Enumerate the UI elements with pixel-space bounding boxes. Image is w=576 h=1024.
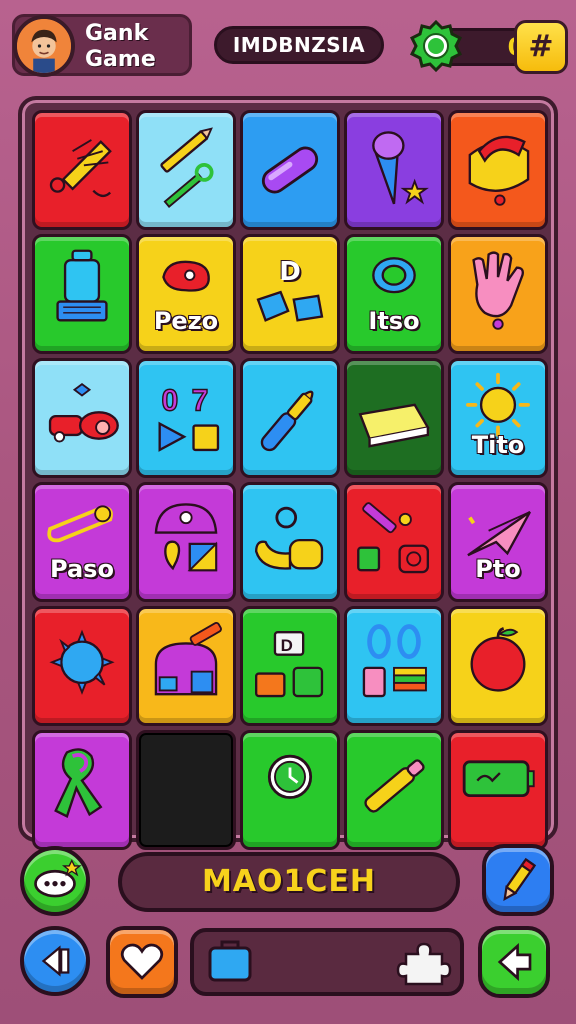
tile[interactable]: [448, 110, 548, 230]
tile[interactable]: [344, 482, 444, 602]
red-apple-icon: [470, 627, 526, 692]
pencil-hint-icon: [503, 857, 537, 901]
favorite-button[interactable]: [106, 926, 178, 998]
scissors-erasers-icon: [362, 624, 427, 698]
share-button[interactable]: [478, 926, 550, 998]
tile[interactable]: [448, 234, 548, 354]
tile[interactable]: Paso: [32, 482, 132, 602]
tile-label: Paso: [50, 555, 114, 583]
purple-capsule-icon: [261, 146, 319, 194]
tile[interactable]: Pezo: [136, 234, 236, 354]
player-profile[interactable]: Gank Game: [12, 14, 192, 77]
chat-button[interactable]: [20, 846, 90, 916]
tile[interactable]: [344, 358, 444, 478]
tile[interactable]: [448, 730, 548, 850]
yellow-book-icon: [358, 403, 430, 448]
svg-text:D: D: [281, 636, 293, 655]
ribbon-icon: [54, 748, 103, 818]
tile[interactable]: [32, 234, 132, 354]
tile-label: Itso: [368, 307, 420, 335]
tile[interactable]: [136, 606, 236, 726]
tile[interactable]: [136, 730, 236, 850]
current-word-display: MAO1CEH: [118, 852, 460, 912]
chat-bubble-icon: [34, 859, 82, 898]
clock-icon: [267, 754, 313, 799]
tile[interactable]: [240, 110, 340, 230]
item-tray: [190, 928, 464, 996]
coin-counter: 0 #: [408, 18, 568, 74]
helmet-balloon-icon: [154, 503, 218, 572]
pencil-case-icon: [154, 621, 222, 696]
top-bar: Gank Game IMDBNZSIA 0 #: [12, 10, 568, 80]
tile[interactable]: Pto: [448, 482, 548, 602]
tile[interactable]: [240, 358, 340, 478]
green-battery-icon: [462, 760, 535, 798]
pencil-and-key-icon: [160, 127, 214, 208]
shuttlecock-icon: [49, 139, 112, 198]
tile[interactable]: D: [240, 234, 340, 354]
numbers-shapes-icon: 07: [158, 384, 220, 452]
blender-icon: [56, 249, 108, 322]
tile[interactable]: [136, 110, 236, 230]
tile[interactable]: [240, 482, 340, 602]
puzzle-piece-icon[interactable]: [394, 932, 454, 992]
menu-button[interactable]: #: [514, 20, 568, 74]
tile[interactable]: [32, 110, 132, 230]
svg-text:0: 0: [162, 384, 179, 417]
level-title: IMDBNZSIA: [214, 26, 384, 64]
blue-blocks-icon: [256, 290, 324, 322]
tile[interactable]: [32, 358, 132, 478]
spiky-ball-icon: [49, 629, 115, 695]
tile[interactable]: Tito: [448, 358, 548, 478]
svg-text:7: 7: [192, 384, 209, 417]
tile[interactable]: [136, 482, 236, 602]
tile[interactable]: [344, 606, 444, 726]
tile-label: Pto: [475, 555, 521, 583]
back-arrow-icon: [41, 945, 70, 977]
tile[interactable]: Itso: [344, 234, 444, 354]
hint-button[interactable]: [482, 844, 554, 916]
game-board: Pezo D Itso 0 7 Tito Paso Pto D: [18, 96, 558, 850]
heart-icon: [120, 943, 164, 980]
craft-tools-icon: [357, 502, 430, 574]
pink-glove-icon: [472, 251, 524, 330]
red-toy-car-icon: [48, 382, 119, 443]
tile[interactable]: [240, 730, 340, 850]
tile[interactable]: [344, 110, 444, 230]
empty-slot: [139, 733, 233, 847]
tile-label: Tito: [471, 431, 525, 459]
tile[interactable]: [32, 606, 132, 726]
tile-top-label: D: [279, 257, 301, 287]
tile[interactable]: [344, 730, 444, 850]
blue-bag-icon[interactable]: [200, 932, 260, 992]
tile[interactable]: 07: [136, 358, 236, 478]
folders-d-icon: D: [254, 630, 324, 698]
glue-tube-icon: [254, 506, 324, 570]
marker-pen-icon: [364, 759, 425, 813]
share-hand-icon: [497, 943, 532, 981]
tile[interactable]: [32, 730, 132, 850]
paper-hat-icon: [468, 135, 530, 206]
paintbrush-icon: [260, 390, 314, 452]
player-avatar[interactable]: [13, 15, 75, 77]
ice-cream-star-icon: [372, 131, 429, 205]
back-button[interactable]: [20, 926, 90, 996]
green-gem-icon[interactable]: [408, 18, 464, 74]
tile[interactable]: [448, 606, 548, 726]
tile-label: Pezo: [153, 307, 219, 335]
player-name: Gank Game: [85, 21, 156, 72]
tile[interactable]: D: [240, 606, 340, 726]
tile-grid: Pezo D Itso 0 7 Tito Paso Pto D: [32, 110, 548, 850]
